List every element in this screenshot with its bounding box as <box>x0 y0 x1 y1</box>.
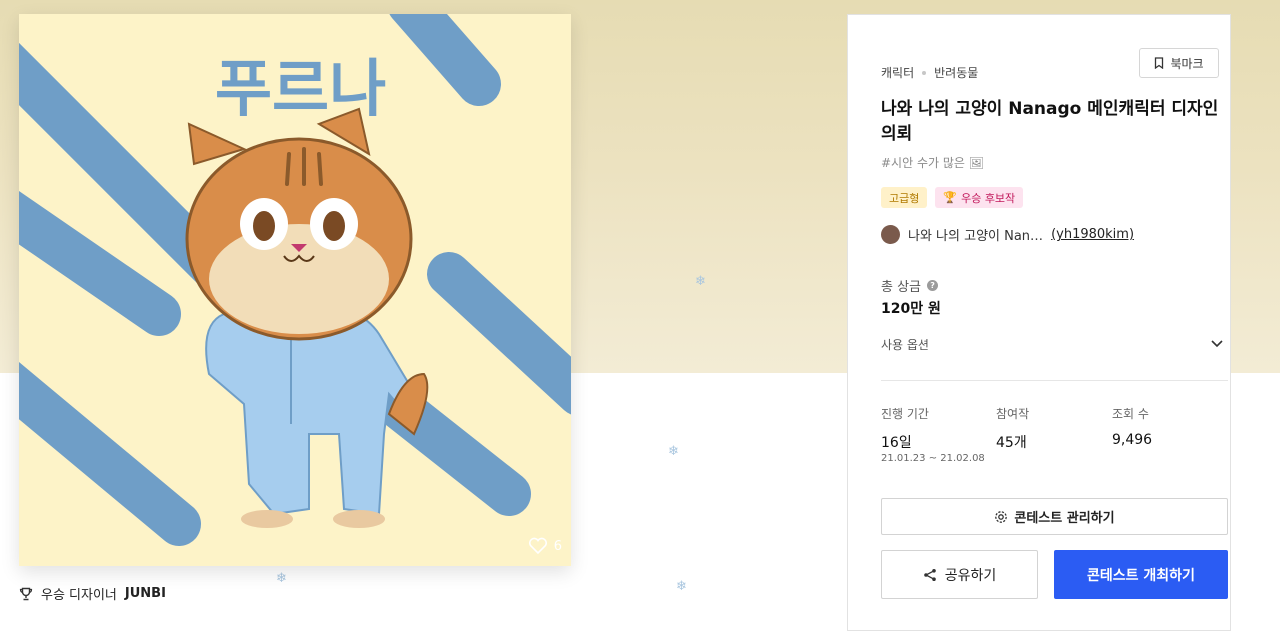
duration-value: 16일 <box>881 435 912 451</box>
gear-icon <box>995 510 1008 523</box>
duration-dates: 21.01.23 ~ 21.02.08 <box>881 453 985 464</box>
contest-hashtag[interactable]: #시안 수가 많은 🖼 <box>881 154 984 171</box>
entries-label: 참여작 <box>996 407 1030 421</box>
manage-contest-button[interactable]: 콘테스트 관리하기 <box>881 498 1228 535</box>
contest-artwork[interactable]: 푸르나 6 <box>19 14 571 566</box>
chevron-down-icon[interactable] <box>1210 336 1224 350</box>
trophy-icon <box>19 587 33 600</box>
snowflake-icon: ❄ <box>668 444 679 459</box>
snowflake-icon: ❄ <box>676 579 687 594</box>
winner-name[interactable]: JUNBI <box>125 586 166 601</box>
usage-option-label[interactable]: 사용 옵션 <box>881 336 929 353</box>
host-contest-button[interactable]: 콘테스트 개최하기 <box>1054 550 1228 599</box>
bookmark-label: 북마크 <box>1170 56 1204 71</box>
heart-icon <box>528 537 547 555</box>
breadcrumb-category-main[interactable]: 캐릭터 <box>881 64 914 81</box>
prize-label: 총 상금 ? <box>881 276 939 295</box>
winner-label: 우승 디자이너 <box>41 588 117 603</box>
breadcrumb: 캐릭터 반려동물 <box>881 64 978 81</box>
like-count: 6 <box>553 538 562 554</box>
divider <box>881 380 1228 381</box>
trophy-icon: 🏆 <box>943 191 958 204</box>
contest-info-panel: 캐릭터 반려동물 북마크 나와 나의 고양이 Nanago 메인캐릭터 디자인 … <box>847 14 1231 631</box>
entries-value: 45개 <box>996 435 1027 451</box>
winner-candidate-label: 우승 후보작 <box>961 191 1016 205</box>
bookmark-icon <box>1155 57 1164 69</box>
manage-contest-label: 콘테스트 관리하기 <box>1014 511 1115 526</box>
cat-character-illustration: 푸르나 <box>19 14 571 566</box>
winner-candidate-badge: 🏆 우승 후보작 <box>935 187 1024 208</box>
contest-title: 나와 나의 고양이 Nanago 메인캐릭터 디자인 의뢰 <box>881 99 1219 144</box>
snowflake-icon: ❄ <box>276 571 287 586</box>
avatar <box>881 225 900 244</box>
share-label: 공유하기 <box>944 567 997 584</box>
bookmark-button[interactable]: 북마크 <box>1139 48 1219 78</box>
prize-value: 120만 원 <box>881 301 941 317</box>
breadcrumb-category-sub[interactable]: 반려동물 <box>934 64 978 81</box>
share-icon <box>923 568 936 581</box>
badge-group: 고급형 🏆 우승 후보작 <box>881 187 1024 208</box>
views-label: 조회 수 <box>1112 407 1149 421</box>
share-button[interactable]: 공유하기 <box>881 550 1038 599</box>
winner-info: 우승 디자이너 JUNBI <box>19 584 166 603</box>
host-id[interactable]: (yh1980kim) <box>1051 227 1134 242</box>
snowflake-icon: ❄ <box>695 274 706 289</box>
like-counter[interactable]: 6 <box>528 537 562 555</box>
views-value: 9,496 <box>1112 432 1153 448</box>
host-name: 나와 나의 고양이 Nan… <box>908 229 1044 244</box>
prize-label-text: 총 상금 <box>881 280 922 295</box>
duration-label: 진행 기간 <box>881 407 929 421</box>
breadcrumb-separator <box>922 70 927 75</box>
premium-badge: 고급형 <box>881 187 928 208</box>
host-info[interactable]: 나와 나의 고양이 Nan… (yh1980kim) <box>881 225 1134 244</box>
help-icon[interactable]: ? <box>927 280 939 291</box>
